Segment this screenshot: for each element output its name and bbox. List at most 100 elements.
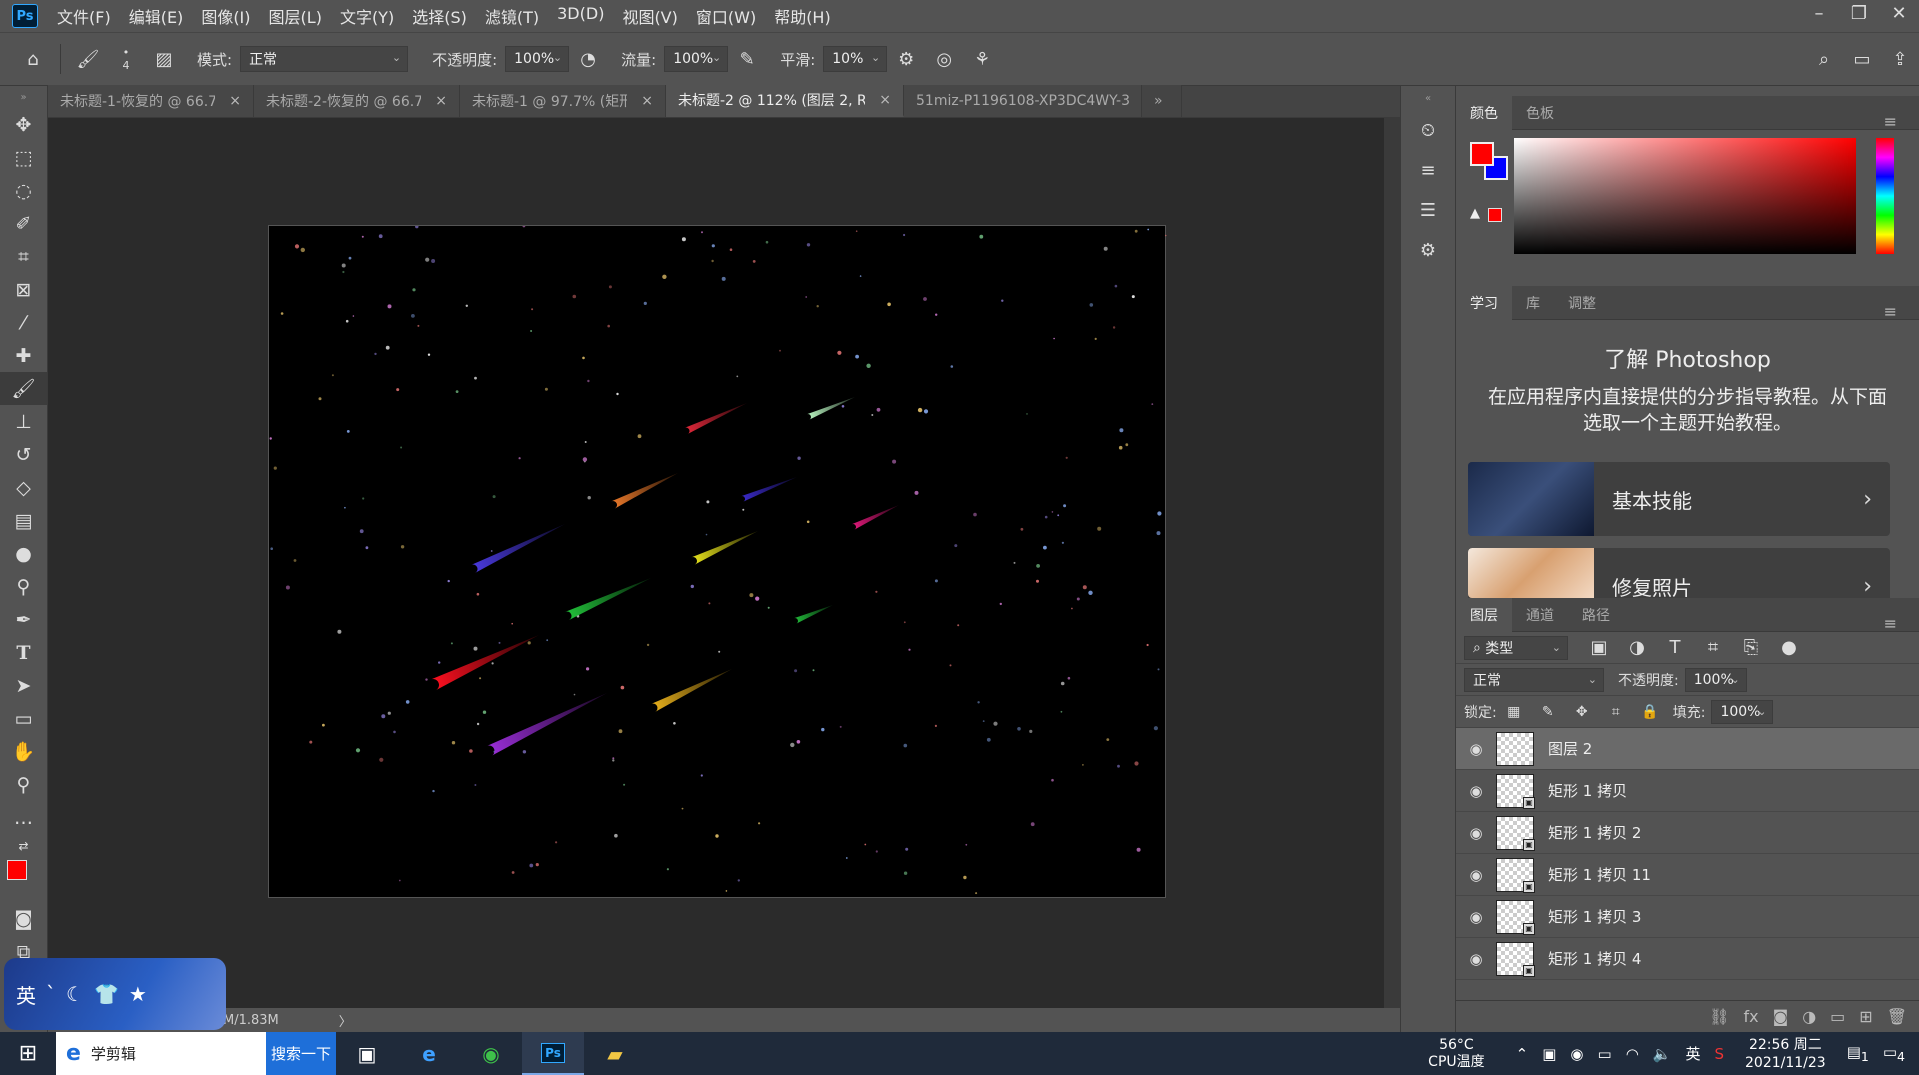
volume-icon[interactable]: 🔈: [1653, 1045, 1672, 1063]
type-tool-icon[interactable]: T: [0, 636, 47, 669]
ime-lang[interactable]: 英: [16, 980, 36, 1009]
color-field[interactable]: [1514, 138, 1856, 254]
layer-row[interactable]: ◉ ▣ 矩形 1 拷贝 11: [1456, 854, 1919, 896]
layer-row[interactable]: ◉ ▣ 矩形 1 拷贝 4: [1456, 938, 1919, 980]
shape-filter-icon[interactable]: ⌗: [1698, 633, 1728, 663]
dodge-tool-icon[interactable]: ⚲: [0, 570, 47, 603]
marquee-tool-icon[interactable]: ⬚: [0, 141, 47, 174]
learn-card-fix-photos[interactable]: 修复照片 ›: [1468, 548, 1890, 598]
link-icon[interactable]: ⛓: [1709, 1007, 1729, 1026]
more-tools-icon[interactable]: …: [0, 801, 47, 834]
notes-icon[interactable]: ▤1: [1847, 1043, 1869, 1064]
menu-item[interactable]: 选择(S): [403, 4, 476, 28]
gradient-tool-icon[interactable]: ▤: [0, 504, 47, 537]
shirt-icon[interactable]: 👕: [94, 982, 119, 1006]
quick-select-tool-icon[interactable]: ✐: [0, 207, 47, 240]
layer-row[interactable]: ◉ ▣ 矩形 1 拷贝 3: [1456, 896, 1919, 938]
adjustment-filter-icon[interactable]: ◑: [1622, 633, 1652, 663]
brush-tool-icon[interactable]: 🖌: [0, 372, 47, 405]
layer-opacity-field[interactable]: 100% ⌄: [1684, 667, 1747, 692]
tab-layers[interactable]: 图层: [1456, 597, 1512, 632]
search-icon[interactable]: ⌕: [1809, 44, 1839, 74]
minimize-icon[interactable]: –: [1799, 0, 1839, 28]
type-filter-icon[interactable]: T: [1660, 633, 1690, 663]
tray-app-icon[interactable]: ▣: [1542, 1045, 1556, 1063]
stamp-tool-icon[interactable]: ⊥: [0, 405, 47, 438]
flow-field[interactable]: 100% ⌄: [664, 46, 729, 72]
folder-icon[interactable]: ▭: [1830, 1007, 1845, 1026]
tab-learn[interactable]: 学习: [1456, 285, 1512, 320]
browser-icon[interactable]: ◉: [460, 1032, 522, 1075]
path-select-tool-icon[interactable]: ➤: [0, 669, 47, 702]
tab-adjustments[interactable]: 调整: [1554, 286, 1610, 320]
panel-menu-icon[interactable]: ≡: [1870, 294, 1911, 328]
menu-item[interactable]: 视图(V): [613, 4, 686, 28]
properties-icon[interactable]: ⚙: [1401, 230, 1455, 270]
tab-libraries[interactable]: 库: [1512, 286, 1554, 320]
gamut-swatch[interactable]: [1488, 208, 1502, 222]
document-tab[interactable]: 未标题-2-恢复的 @ 66.7%(R... ×: [254, 85, 460, 117]
swap-colors-icon[interactable]: ⇄: [0, 834, 47, 858]
brush-preset-icon[interactable]: 🖌: [73, 44, 103, 74]
tab-close-icon[interactable]: ×: [435, 93, 447, 109]
color-swatches[interactable]: [1470, 142, 1512, 184]
brush-size-picker[interactable]: • 4: [111, 44, 141, 74]
crop-tool-icon[interactable]: ⌗: [0, 240, 47, 273]
hue-slider[interactable]: [1876, 138, 1894, 254]
layer-row[interactable]: ◉ 图层 2: [1456, 728, 1919, 770]
move-tool-icon[interactable]: ✥: [0, 108, 47, 141]
shape-tool-icon[interactable]: ▭: [0, 702, 47, 735]
adjust-icon[interactable]: ◑: [1802, 1007, 1816, 1026]
color-swatches[interactable]: [0, 858, 47, 902]
home-icon[interactable]: ⌂: [18, 44, 48, 74]
sogou-icon[interactable]: S: [1714, 1045, 1724, 1063]
visibility-eye-icon[interactable]: ◉: [1456, 908, 1496, 926]
zoom-tool-icon[interactable]: ⚲: [0, 768, 47, 801]
menu-item[interactable]: 3D(D): [548, 4, 613, 28]
status-arrow[interactable]: 〉: [339, 1011, 352, 1030]
gamut-warning-icon[interactable]: ▲: [1470, 206, 1480, 221]
workspace-icon[interactable]: ▭: [1847, 44, 1877, 74]
tab-color[interactable]: 颜色: [1456, 95, 1512, 130]
pen-tool-icon[interactable]: ✒: [0, 603, 47, 636]
new-layer-icon[interactable]: ⊞: [1859, 1007, 1872, 1026]
foreground-color[interactable]: [1470, 142, 1494, 166]
menu-item[interactable]: 文字(Y): [331, 4, 403, 28]
collapse-icon[interactable]: «: [1401, 86, 1455, 110]
tab-channels[interactable]: 通道: [1512, 598, 1568, 632]
smart-filter-icon[interactable]: ⎘: [1736, 633, 1766, 663]
tray-app-icon[interactable]: ◉: [1570, 1045, 1583, 1063]
history-icon[interactable]: ⏲: [1401, 110, 1455, 150]
document-tab[interactable]: 未标题-1-恢复的 @ 66.7% (... ×: [48, 85, 254, 117]
wifi-icon[interactable]: ◠: [1626, 1045, 1639, 1063]
visibility-eye-icon[interactable]: ◉: [1456, 866, 1496, 884]
menu-item[interactable]: 文件(F): [48, 4, 120, 28]
gear-icon[interactable]: ⚙: [891, 44, 921, 74]
edge-icon[interactable]: e: [398, 1032, 460, 1075]
panel-menu-icon[interactable]: ≡: [1870, 104, 1911, 138]
tab-close-icon[interactable]: ×: [641, 93, 653, 109]
layer-row[interactable]: ◉ ▣ 矩形 1 拷贝 2: [1456, 812, 1919, 854]
airbrush-icon[interactable]: ✎: [732, 44, 762, 74]
menu-item[interactable]: 窗口(W): [687, 4, 765, 28]
lasso-tool-icon[interactable]: ◌: [0, 174, 47, 207]
mode-select[interactable]: 正常 ⌄: [240, 46, 409, 72]
blend-mode-select[interactable]: 正常 ⌄: [1464, 667, 1604, 692]
trash-icon[interactable]: 🗑: [1887, 1007, 1907, 1026]
share-icon[interactable]: ⇪: [1885, 44, 1915, 74]
lock-all-icon[interactable]: 🔒: [1635, 697, 1665, 727]
ime-language[interactable]: 英: [1685, 1043, 1700, 1064]
panel-menu-icon[interactable]: ≡: [1870, 606, 1911, 640]
tabs-overflow-icon[interactable]: »: [1142, 85, 1182, 117]
vertical-scrollbar[interactable]: [1384, 118, 1400, 1008]
tab-close-icon[interactable]: ×: [229, 93, 241, 109]
task-view-icon[interactable]: ▣: [336, 1032, 398, 1075]
document-tab[interactable]: 51miz-P1196108-XP3DC4WY-3840x2: [904, 85, 1142, 117]
hand-tool-icon[interactable]: ✋: [0, 735, 47, 768]
document-canvas[interactable]: [268, 224, 1167, 898]
history-brush-tool-icon[interactable]: ↺: [0, 438, 47, 471]
punctuation-icon[interactable]: ˋ: [46, 982, 56, 1006]
fx-icon[interactable]: fx: [1744, 1007, 1759, 1026]
lock-pixels-icon[interactable]: ✎: [1533, 697, 1563, 727]
battery-icon[interactable]: ▭: [1598, 1045, 1612, 1063]
